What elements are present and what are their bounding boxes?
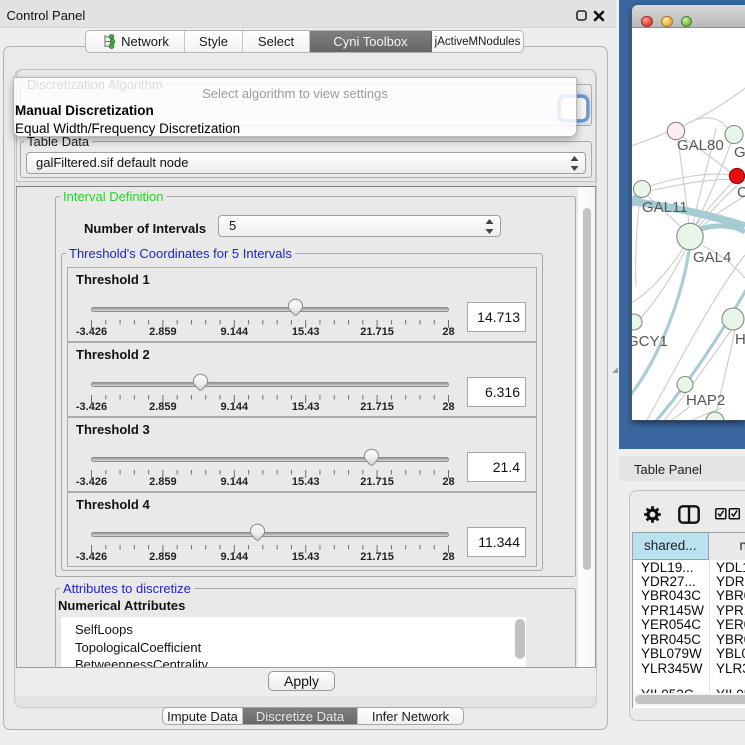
svg-text:HAP2: HAP2 — [686, 392, 725, 409]
svg-text:C: C — [737, 184, 745, 201]
svg-text:GAL80: GAL80 — [677, 137, 724, 154]
svg-text:GAL11: GAL11 — [642, 199, 688, 216]
svg-text:H: H — [735, 331, 745, 348]
svg-text:GAL4: GAL4 — [693, 249, 731, 266]
svg-text:GA: GA — [734, 144, 745, 161]
svg-text:GCY1: GCY1 — [632, 333, 668, 350]
